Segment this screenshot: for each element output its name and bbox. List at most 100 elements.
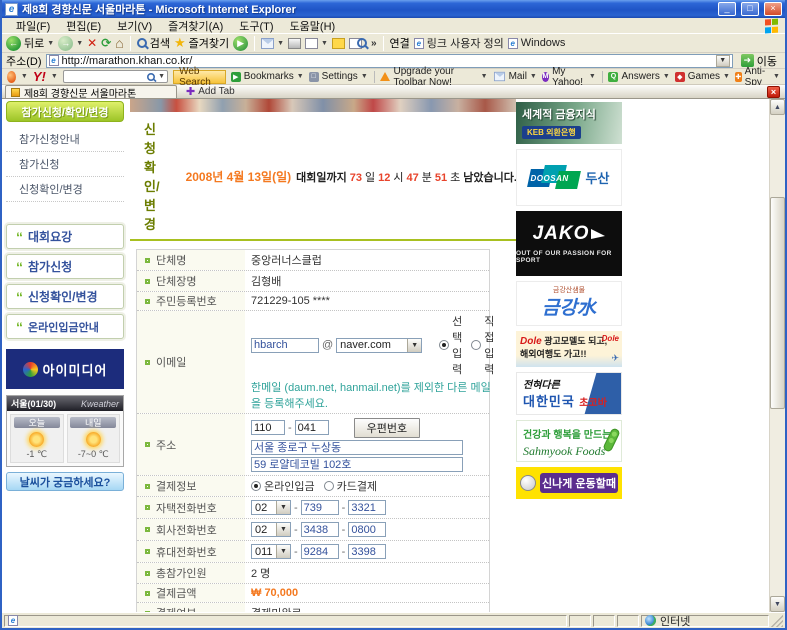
home-phone-last-input[interactable] [348,500,386,515]
select-arrow-icon[interactable]: ▼ [407,339,421,352]
my-yahoo-dropdown-icon[interactable]: ▼ [589,73,596,80]
scroll-up-icon[interactable]: ▲ [770,99,785,115]
favorites-button[interactable]: ★ 즐겨찾기 [174,35,229,51]
ad-doosan-banner[interactable]: DOOSAN 두산 [516,149,622,206]
forward-dropdown-icon[interactable]: ▼ [76,40,83,47]
ad-sahmyook-banner[interactable]: 건강과 행복을 만드는 Sahmyook Foods [516,420,622,462]
office-phone-prefix-select[interactable]: 02▼ [251,522,291,537]
sidebar-item-confirm[interactable]: 신청확인/변경 [6,177,124,202]
mail-dropdown-icon[interactable]: ▼ [277,40,284,47]
menu-favorites[interactable]: 즐겨찾기(A) [160,17,231,35]
tab-marathon[interactable]: 제8회 경향신문 서울마라톤 [5,85,177,98]
menu-file[interactable]: 파일(F) [8,17,58,35]
email-direct-radio[interactable] [471,340,481,350]
weather-cta-button[interactable]: 날씨가 궁금하세요? [6,472,124,491]
mail-button[interactable]: ▼ [261,38,284,49]
mobile-phone-last-input[interactable] [348,544,386,559]
sidebar-button-apply[interactable]: “ 참가신청 [6,254,124,279]
sidebar-item-guide[interactable]: 참가신청안내 [6,127,124,152]
doc-search-button[interactable] [349,38,367,49]
answers-dropdown-icon[interactable]: ▼ [663,73,670,80]
stop-button[interactable]: ✕ [87,37,97,49]
mobile-phone-prefix-select[interactable]: 011▼ [251,544,291,559]
email-select-radio[interactable] [439,340,449,350]
sidebar-item-apply[interactable]: 참가신청 [6,152,124,177]
back-button[interactable]: ← 뒤로 ▼ [6,35,54,51]
yahoo-search-icon[interactable] [147,73,155,81]
close-button[interactable]: × [764,2,782,16]
games-dropdown-icon[interactable]: ▼ [723,73,730,80]
search-button[interactable]: 검색 [137,35,170,51]
ad-keb-banner[interactable]: 세계적 금융지식 KEB 외환은행 [516,102,622,144]
add-tab-button[interactable]: ✚ Add Tab [180,85,241,98]
ad-jako-banner[interactable]: JAKO OUT OF OUR PASSION FOR SPORT [516,211,622,276]
office-phone-last-input[interactable] [348,522,386,537]
zip1-input[interactable] [251,420,285,435]
maximize-button[interactable]: □ [741,2,759,16]
settings-dropdown-icon[interactable]: ▼ [361,73,368,80]
sidebar-button-deposit[interactable]: “ 온라인입금안내 [6,314,124,339]
minimize-button[interactable]: _ [718,2,736,16]
office-phone-mid-input[interactable] [301,522,339,537]
ad-sports-banner[interactable]: 신나게 운동할때 [516,467,622,499]
select-arrow-icon[interactable]: ▼ [276,545,290,558]
address-line2-input[interactable] [251,457,463,472]
zip2-input[interactable] [295,420,329,435]
yahoo-search-dropdown-icon[interactable]: ▼ [158,73,165,80]
sidebar-button-outline[interactable]: “ 대회요강 [6,224,124,249]
menu-edit[interactable]: 편집(E) [58,17,109,35]
ad-dole-banner[interactable]: Dole 광고모델도 되고, 해외여행도 가고!! Dole ✈ [516,331,622,367]
bookmarks-dropdown-icon[interactable]: ▼ [297,73,304,80]
imedia-banner[interactable]: 아이미디어 [6,349,124,389]
menu-view[interactable]: 보기(V) [109,17,160,35]
menu-tools[interactable]: 도구(T) [231,17,281,35]
mobile-phone-mid-input[interactable] [301,544,339,559]
home-phone-mid-input[interactable] [301,500,339,515]
games-button[interactable]: ◆ Games ▼ [675,71,730,82]
link-windows[interactable]: e Windows [508,37,566,49]
email-domain-select[interactable]: naver.com ▼ [336,338,422,353]
toolbar-close-icon[interactable]: × [767,86,780,98]
vertical-scrollbar[interactable]: ▲ ▼ [769,99,785,612]
home-button[interactable]: ⌂ [115,36,123,50]
menu-help[interactable]: 도움말(H) [282,17,344,35]
refresh-button[interactable]: ⟳ [101,37,111,49]
toolbar-overflow-chevron-icon[interactable]: » [371,38,377,49]
link-custom[interactable]: e 링크 사용자 정의 [414,35,504,51]
card-pay-radio[interactable] [324,481,334,491]
sidebar-button-confirm[interactable]: “ 신청확인/변경 [6,284,124,309]
messenger-button[interactable] [332,38,345,49]
ad-geumgang-banner[interactable]: 금강산샘물 금강水 [516,281,622,326]
ad-choco-banner[interactable]: 전혀다른 대한민국 초코바 X-5 [516,372,622,415]
upgrade-dropdown-icon[interactable]: ▼ [481,73,488,80]
online-deposit-radio[interactable] [251,481,261,491]
zipcode-button[interactable]: 우편번호 [354,418,420,438]
anti-spy-dropdown-icon[interactable]: ▼ [773,73,780,80]
edit-button[interactable]: ▼ [305,38,328,49]
web-search-button[interactable]: Web Search [173,70,226,84]
back-dropdown-icon[interactable]: ▼ [47,40,54,47]
home-phone-prefix-select[interactable]: 02▼ [251,500,291,515]
scroll-down-icon[interactable]: ▼ [770,596,785,612]
edit-dropdown-icon[interactable]: ▼ [321,40,328,47]
yahoo-logo[interactable]: Y! [33,69,46,84]
mail-dropdown-icon[interactable]: ▼ [530,73,537,80]
settings-button[interactable]: □ Settings ▼ [309,71,368,82]
yahoo-search-input[interactable]: ▼ [63,70,168,83]
print-button[interactable] [288,38,301,49]
sidebar-header[interactable]: 참가신청/확인/변경 [6,101,124,122]
address-line1-input[interactable] [251,440,463,455]
bookmarks-button[interactable]: ▶ Bookmarks ▼ [231,71,304,82]
scrollbar-thumb[interactable] [770,197,785,409]
select-arrow-icon[interactable]: ▼ [276,523,290,536]
address-dropdown-icon[interactable]: ▼ [716,55,730,67]
toolbar-eye-icon[interactable] [7,71,16,83]
resize-grip[interactable] [771,615,783,627]
media-button[interactable]: ▶ [233,36,248,51]
eye-dropdown-icon[interactable]: ▼ [21,73,28,80]
yahoo-mail-button[interactable]: Mail ▼ [493,71,537,82]
answers-button[interactable]: Q Answers ▼ [608,71,669,82]
email-id-input[interactable] [251,338,319,353]
yahoo-dropdown-icon[interactable]: ▼ [51,73,58,80]
forward-button[interactable]: → ▼ [58,36,83,51]
